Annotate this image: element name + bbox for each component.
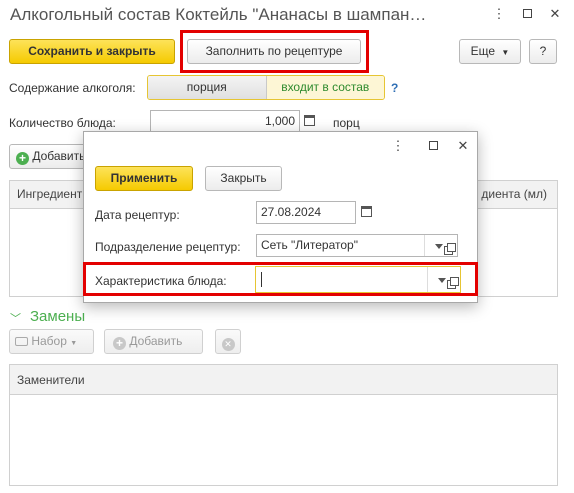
- close-icon[interactable]: ✕: [547, 6, 563, 22]
- highlight-characteristic-field: [83, 262, 478, 296]
- recipe-date-label: Дата рецептур:: [95, 208, 180, 222]
- alcohol-help-link[interactable]: ?: [391, 81, 398, 95]
- option-portion[interactable]: порция: [148, 76, 267, 99]
- help-button[interactable]: ?: [529, 39, 557, 64]
- close-icon[interactable]: ✕: [455, 138, 471, 154]
- recipe-date-input[interactable]: 27.08.2024: [256, 201, 356, 224]
- add-ingredient-label: Добавить: [32, 149, 86, 163]
- recipe-division-value: Сеть "Литератор": [261, 238, 358, 252]
- add-replacement-label: Добавить: [129, 334, 183, 348]
- open-form-icon[interactable]: [444, 240, 456, 261]
- alcohol-content-switch: порция входит в состав: [147, 75, 385, 100]
- quantity-input[interactable]: 1,000: [150, 110, 300, 133]
- calendar-icon[interactable]: [361, 206, 372, 220]
- set-label: Набор: [31, 334, 67, 348]
- recipe-division-label: Подразделение рецептур:: [95, 240, 241, 254]
- set-button[interactable]: Набор ▼: [9, 329, 94, 354]
- column-volume[interactable]: диента (мл): [481, 181, 547, 208]
- add-circle-icon: +: [113, 337, 126, 350]
- save-and-close-button[interactable]: Сохранить и закрыть: [9, 39, 175, 64]
- column-substitutes[interactable]: Заменители: [17, 373, 85, 387]
- delete-icon: ✕: [221, 338, 235, 351]
- dropdown-arrow-icon[interactable]: [435, 235, 443, 256]
- dialog-close-button[interactable]: Закрыть: [205, 166, 282, 191]
- add-circle-icon: +: [16, 152, 29, 165]
- more-button-label: Еще: [470, 44, 496, 58]
- add-replacement-button[interactable]: + Добавить: [104, 329, 203, 354]
- more-icon[interactable]: ⋮: [390, 138, 406, 154]
- window-title: Алкогольный состав Коктейль "Ананасы в ш…: [10, 5, 427, 24]
- quantity-label: Количество блюда:: [9, 116, 116, 130]
- column-ingredient[interactable]: Ингредиент: [17, 187, 82, 201]
- chevron-down-icon: ▼: [70, 340, 78, 347]
- maximize-icon[interactable]: [519, 6, 535, 22]
- substitutes-table-header: Заменители: [10, 365, 557, 395]
- replacements-section-title[interactable]: Замены: [30, 308, 85, 325]
- chevron-down-icon[interactable]: ﹀: [10, 310, 21, 326]
- recipe-division-select[interactable]: Сеть "Литератор": [256, 234, 458, 257]
- quantity-unit: порц: [333, 116, 360, 130]
- alcohol-content-label: Содержание алкоголя:: [9, 81, 136, 95]
- apply-button[interactable]: Применить: [95, 166, 193, 191]
- calculator-icon[interactable]: [304, 115, 315, 129]
- more-icon[interactable]: ⋮: [491, 6, 507, 22]
- substitutes-table[interactable]: Заменители: [9, 364, 558, 486]
- option-included[interactable]: входит в состав: [266, 76, 384, 99]
- more-button[interactable]: Еще ▼: [459, 39, 521, 64]
- delete-button[interactable]: ✕: [215, 329, 241, 354]
- maximize-icon[interactable]: [425, 138, 441, 154]
- highlight-fill-button: [180, 30, 369, 73]
- chevron-down-icon: ▼: [501, 48, 510, 57]
- add-ingredient-button[interactable]: + Добавить: [9, 144, 89, 169]
- set-icon: [15, 337, 28, 346]
